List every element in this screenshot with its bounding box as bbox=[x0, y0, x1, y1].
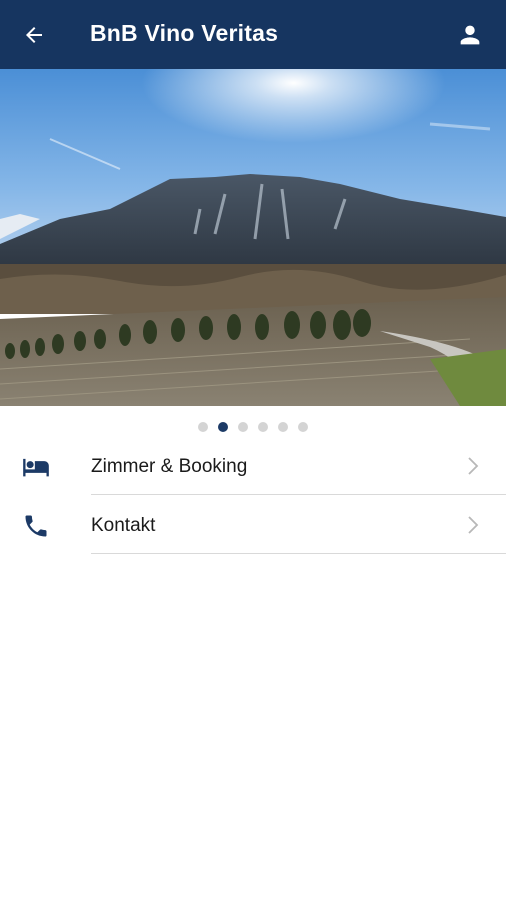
divider bbox=[91, 553, 506, 554]
page-title: BnB Vino Veritas bbox=[90, 20, 279, 46]
menu-item-label: Kontakt bbox=[91, 515, 156, 536]
chevron-right-icon bbox=[468, 457, 479, 475]
carousel-dot[interactable] bbox=[198, 422, 208, 432]
arrow-left-icon bbox=[26, 27, 42, 43]
carousel-dot[interactable] bbox=[298, 422, 308, 432]
carousel-pagination bbox=[0, 420, 506, 434]
carousel-dot[interactable] bbox=[278, 422, 288, 432]
menu-item-kontakt[interactable]: Kontakt bbox=[0, 495, 506, 554]
menu-item-zimmer-booking[interactable]: Zimmer & Booking bbox=[0, 436, 506, 495]
app-bar: BnB Vino Veritas bbox=[0, 0, 506, 69]
menu-list: Zimmer & Booking Kontakt bbox=[0, 436, 506, 554]
carousel-image[interactable] bbox=[0, 69, 506, 406]
menu-item-label: Zimmer & Booking bbox=[91, 456, 248, 477]
bed-icon bbox=[23, 458, 49, 477]
carousel-dot[interactable] bbox=[238, 422, 248, 432]
landscape-photo bbox=[0, 69, 506, 406]
phone-icon bbox=[25, 515, 47, 537]
back-button[interactable] bbox=[18, 19, 50, 51]
profile-button[interactable] bbox=[454, 19, 486, 51]
person-icon bbox=[460, 25, 480, 45]
carousel-dot[interactable] bbox=[258, 422, 268, 432]
chevron-right-icon bbox=[468, 516, 479, 534]
carousel-dot[interactable] bbox=[218, 422, 228, 432]
